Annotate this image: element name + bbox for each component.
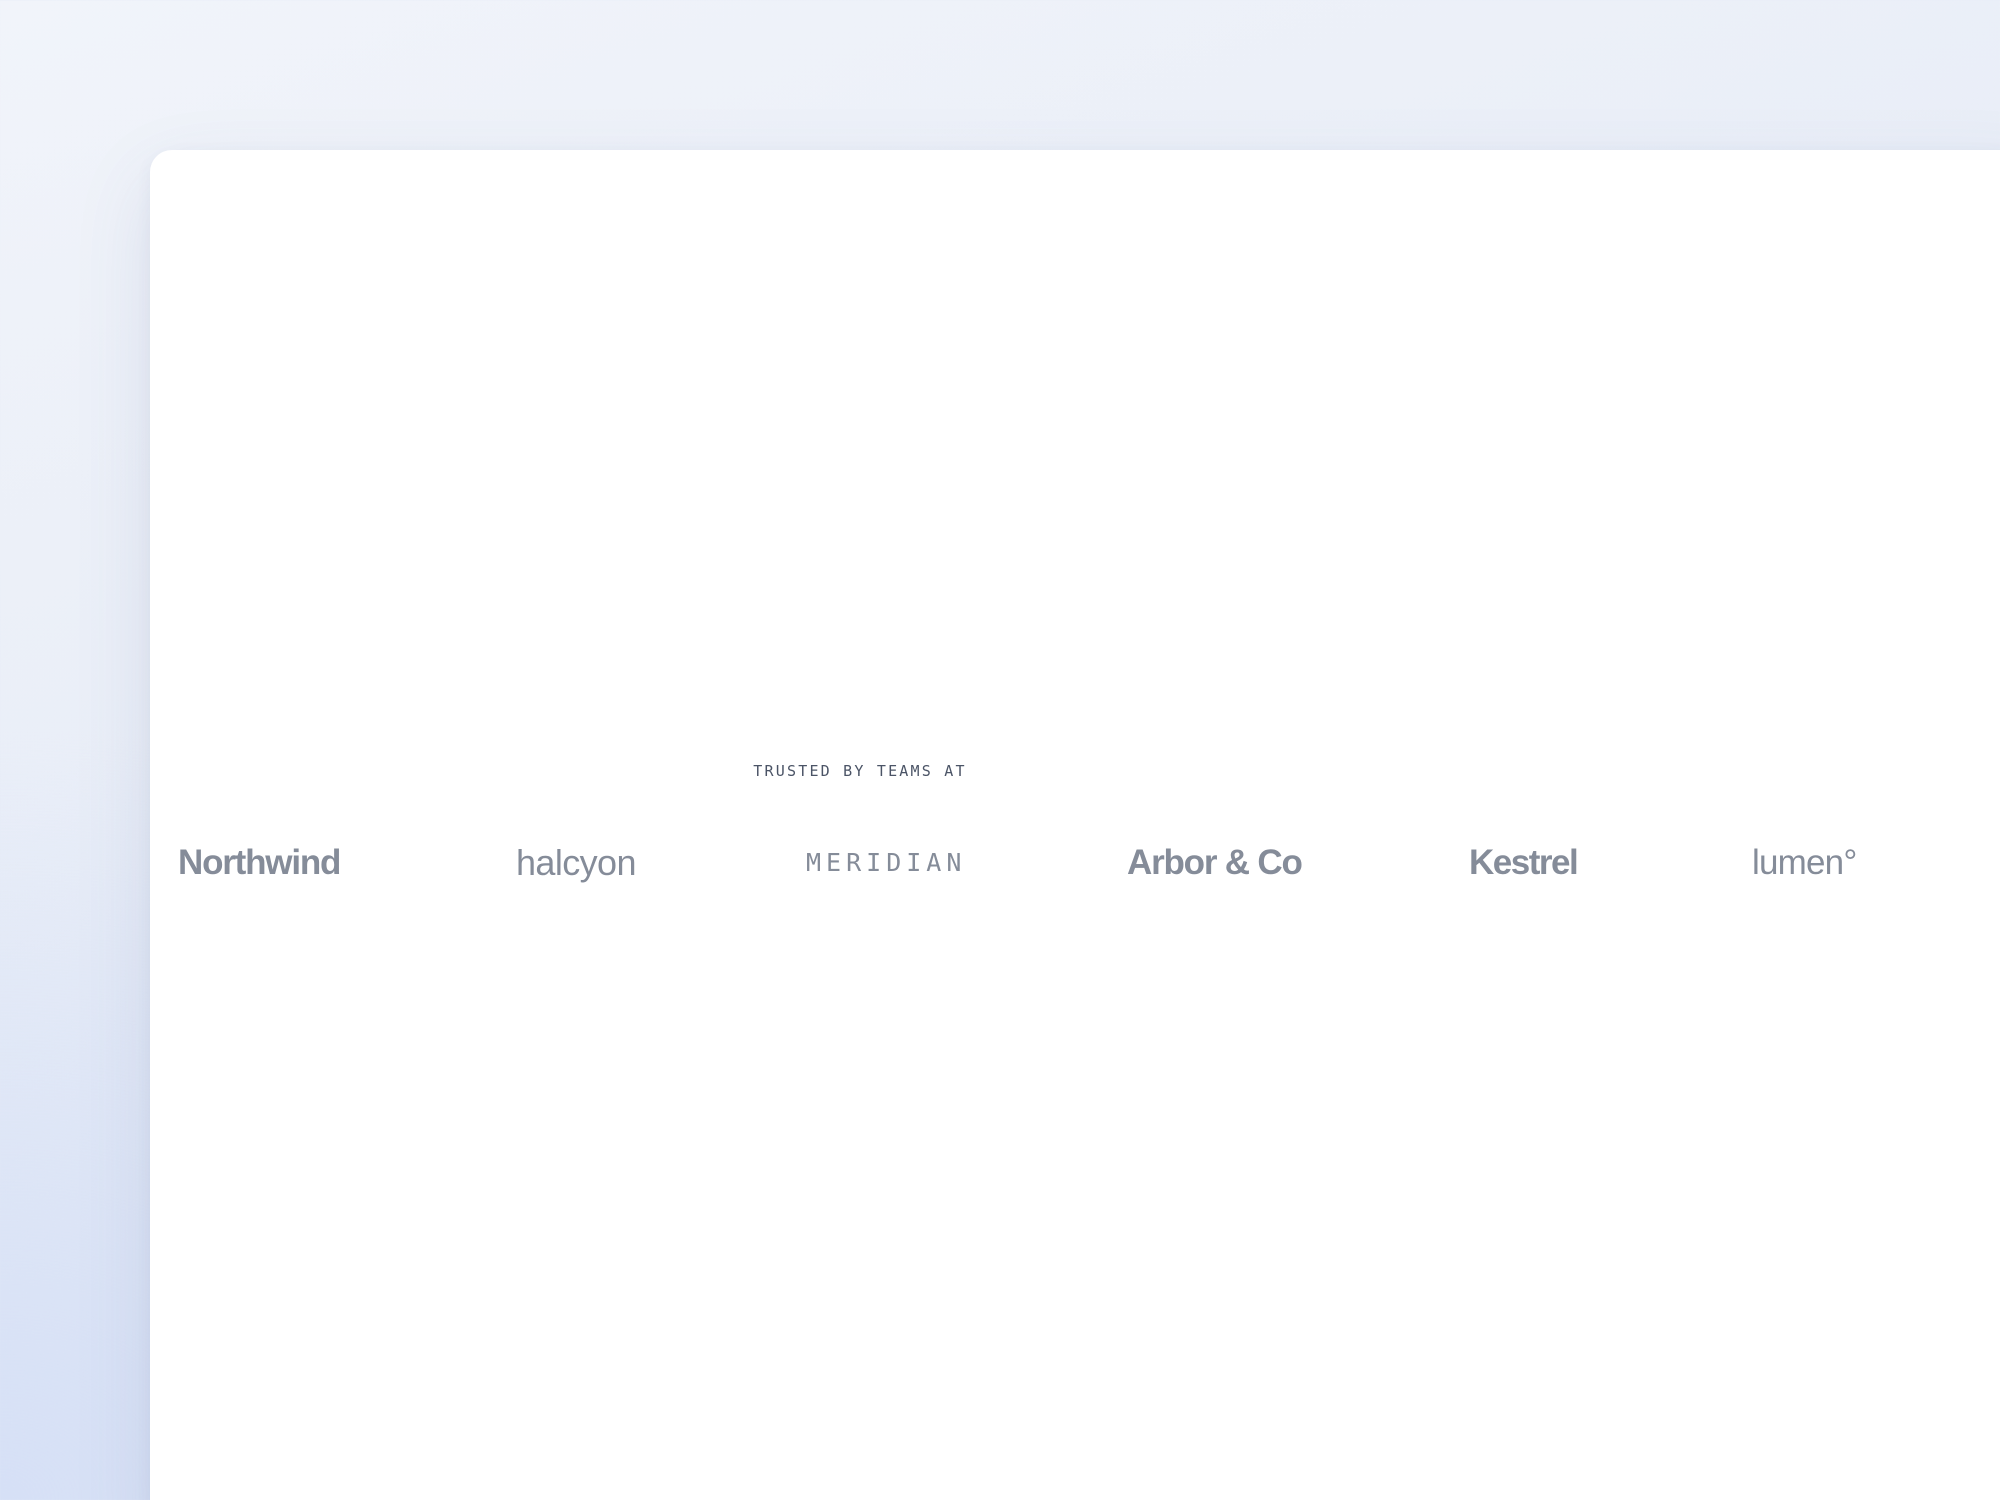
trusted-by-heading: TRUSTED BY TEAMS AT xyxy=(753,762,967,780)
logo-kestrel: Kestrel xyxy=(1469,843,1579,882)
logo-halcyon: halcyon xyxy=(516,842,636,883)
page-card xyxy=(150,150,2000,1500)
logo-northwind: Northwind xyxy=(178,843,341,882)
logo-lumen: lumen° xyxy=(1752,843,1857,882)
logo-meridian: MERIDIAN xyxy=(806,848,967,877)
logo-arbor-and-co: Arbor & Co xyxy=(1127,843,1303,882)
